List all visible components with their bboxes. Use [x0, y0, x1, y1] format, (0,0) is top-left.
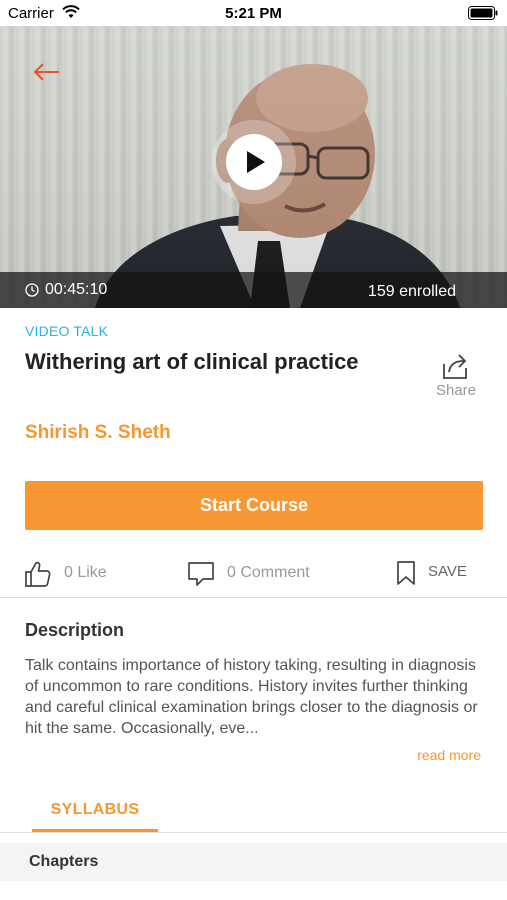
play-icon: [247, 151, 265, 173]
share-button[interactable]: Share: [428, 352, 484, 400]
like-button[interactable]: 0 Like: [24, 556, 124, 592]
video-duration: 00:45:10: [45, 281, 108, 298]
status-time: 5:21 PM: [225, 5, 282, 22]
category-label: VIDEO TALK: [25, 323, 109, 339]
tab-syllabus[interactable]: SYLLABUS: [32, 796, 158, 832]
thumbs-up-icon: [25, 561, 51, 587]
chapters-header: Chapters: [0, 843, 507, 881]
video-player[interactable]: 00:45:10 159 enrolled: [0, 26, 507, 308]
share-icon: [443, 354, 467, 379]
clock-icon: [25, 283, 39, 297]
share-label: Share: [435, 382, 477, 399]
play-button[interactable]: [226, 134, 282, 190]
like-count: 0 Like: [64, 564, 107, 581]
save-button[interactable]: SAVE: [395, 556, 485, 592]
video-footer: 00:45:10 159 enrolled: [0, 272, 507, 308]
status-bar: Carrier 5:21 PM: [0, 0, 507, 26]
comment-button[interactable]: 0 Comment: [186, 556, 326, 592]
comment-count: 0 Comment: [227, 564, 310, 581]
comment-icon: [188, 562, 214, 586]
chapters-label: Chapters: [29, 853, 99, 870]
author-name[interactable]: Shirish S. Sheth: [25, 422, 171, 444]
bookmark-icon: [397, 561, 415, 585]
description-heading: Description: [25, 620, 125, 640]
start-course-button[interactable]: Start Course: [25, 481, 483, 530]
section-divider: [0, 597, 507, 598]
battery-icon: [468, 6, 498, 20]
description-text: Talk contains importance of history taki…: [25, 657, 478, 737]
tab-divider: [0, 832, 507, 833]
back-arrow-icon[interactable]: [32, 61, 62, 83]
action-row: 0 Like 0 Comment SAVE: [0, 556, 507, 592]
course-title: Withering art of clinical practice: [25, 349, 359, 374]
enrolled-count: 159 enrolled: [367, 283, 456, 300]
tab-syllabus-label: SYLLABUS: [50, 801, 140, 818]
read-more-link[interactable]: read more: [417, 747, 481, 763]
save-label: SAVE: [428, 563, 467, 580]
